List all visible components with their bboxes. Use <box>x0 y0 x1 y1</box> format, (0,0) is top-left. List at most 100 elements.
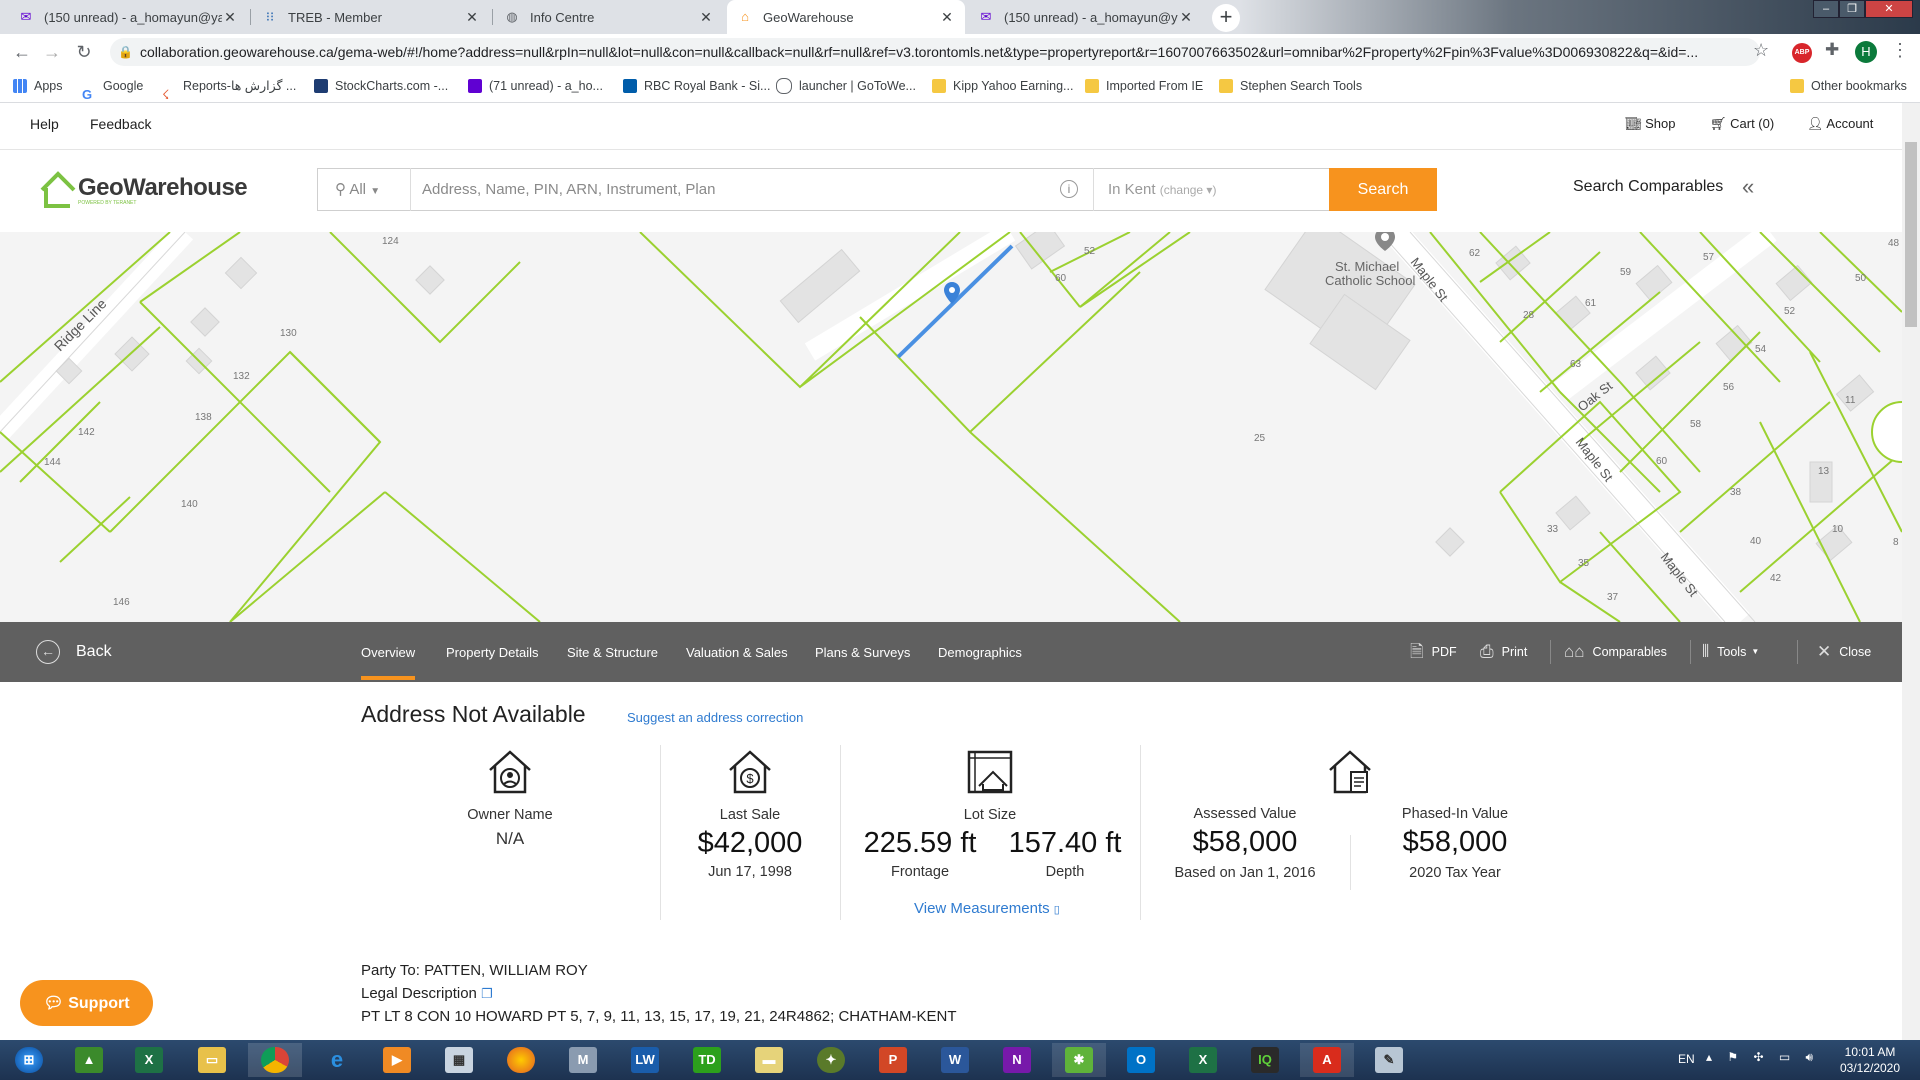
window-close-button[interactable]: ✕ <box>1865 0 1913 18</box>
td-bank-icon[interactable]: TD <box>680 1043 734 1077</box>
site-top-bar <box>0 103 1902 150</box>
geowarehouse-logo[interactable]: GeoWarehouse POWERED BY TERANET <box>40 168 248 212</box>
chrome-menu-icon[interactable]: ⋮ <box>1891 40 1909 61</box>
browser-tab-yahoo-mail-2[interactable]: ✉ (150 unread) - a_homayun@yahoo ✕ <box>968 0 1204 34</box>
tab-title: TREB - Member <box>288 9 382 25</box>
forward-arrow-icon[interactable]: → <box>38 34 66 70</box>
app-icon-eagle[interactable]: ✦ <box>804 1043 858 1077</box>
bookmark-stephen-search[interactable]: Stephen Search Tools <box>1219 70 1362 102</box>
bookmark-gotowebinar[interactable]: launcher | GoToWe... <box>776 70 916 102</box>
lw-app-icon[interactable]: LW <box>618 1043 672 1077</box>
bookmark-kipp-yahoo[interactable]: Kipp Yahoo Earning... <box>932 70 1073 102</box>
cart-link[interactable]: 🛒︎ Cart (0) <box>1710 116 1774 132</box>
parcel-map[interactable]: Ridge Line Maple St Maple St Maple St Oa… <box>0 232 1902 622</box>
back-arrow-icon[interactable]: ← <box>8 34 36 70</box>
bookmark-rbc[interactable]: RBC Royal Bank - Si... <box>623 70 770 102</box>
calculator-icon[interactable]: ▦ <box>432 1043 486 1077</box>
suggest-address-link[interactable]: Suggest an address correction <box>627 710 803 725</box>
taskbar-clock[interactable]: 10:01 AM 03/12/2020 <box>1820 1044 1920 1076</box>
internet-explorer-icon[interactable]: e <box>310 1043 364 1077</box>
reload-icon[interactable]: ↻ <box>70 34 98 70</box>
back-button[interactable]: ← Back <box>36 622 112 682</box>
location-selector[interactable]: In Kent (change ▾) <box>1093 168 1329 211</box>
search-button[interactable]: Search <box>1329 168 1437 211</box>
language-indicator[interactable]: EN <box>1678 1052 1695 1066</box>
logo-text: GeoWarehouse <box>78 174 248 201</box>
comparables-button[interactable]: ⌂⌂ Comparables <box>1564 622 1667 682</box>
close-report-button[interactable]: ✕ Close <box>1817 622 1871 682</box>
account-link[interactable]: 👤︎ Account <box>1807 116 1873 132</box>
excel-icon[interactable]: X <box>1176 1043 1230 1077</box>
pdf-button[interactable]: 🗎︎ PDF <box>1410 622 1457 682</box>
paint-app-icon[interactable]: ✎ <box>1362 1043 1416 1077</box>
tab-site-structure[interactable]: Site & Structure <box>567 622 658 682</box>
browser-tab-geowarehouse[interactable]: ⌂ GeoWarehouse ✕ <box>727 0 965 34</box>
bookmark-stockcharts[interactable]: StockCharts.com -... <box>314 70 448 102</box>
close-tab-icon[interactable]: ✕ <box>1178 9 1194 26</box>
map-canvas[interactable]: Ridge Line Maple St Maple St Maple St Oa… <box>0 232 1902 622</box>
browser-tab-info-centre[interactable]: ◍ Info Centre ✕ <box>494 0 724 34</box>
change-location-link[interactable]: (change ▾) <box>1160 183 1217 197</box>
app-icon-m[interactable]: M <box>556 1043 610 1077</box>
new-tab-button[interactable]: + <box>1212 4 1240 32</box>
tab-plans-surveys[interactable]: Plans & Surveys <box>815 622 910 682</box>
tray-icons[interactable]: ▴ ⚑ ✣ ▭ 🔊︎ <box>1706 1050 1819 1065</box>
support-button[interactable]: 💬︎ Support <box>20 980 153 1026</box>
lot-number: 59 <box>1620 267 1632 278</box>
tab-valuation-sales[interactable]: Valuation & Sales <box>686 622 788 682</box>
lock-icon[interactable]: 🔒 <box>118 38 133 66</box>
close-tab-icon[interactable]: ✕ <box>464 9 480 26</box>
search-input[interactable] <box>412 170 1052 209</box>
view-measurements-link[interactable]: View Measurements ▯ <box>914 900 1060 917</box>
app-icon-1[interactable]: ▲ <box>62 1043 116 1077</box>
tab-overview[interactable]: Overview <box>361 622 416 682</box>
close-tab-icon[interactable]: ✕ <box>222 9 238 26</box>
app-icon-green[interactable]: ✱ <box>1052 1043 1106 1077</box>
assessed-label: Assessed Value <box>1193 806 1297 822</box>
bookmark-other[interactable]: Other bookmarks <box>1790 70 1907 102</box>
school-label-2: Catholic School <box>1325 273 1415 288</box>
shop-link[interactable]: 🏬︎ Shop <box>1625 116 1676 132</box>
extensions-icon[interactable]: ✚ <box>1825 40 1839 60</box>
bookmark-imported-ie[interactable]: Imported From IE <box>1085 70 1203 102</box>
minimize-button[interactable]: – <box>1813 0 1839 18</box>
windows-start-icon[interactable]: ⊞ <box>2 1043 56 1077</box>
browser-tab-yahoo-mail-1[interactable]: ✉ (150 unread) - a_homayun@yahoo ✕ <box>8 0 248 34</box>
acrobat-icon[interactable]: A <box>1300 1043 1354 1077</box>
file-explorer-icon[interactable]: ▭ <box>185 1043 239 1077</box>
bookmark-apps[interactable]: Apps <box>13 70 63 102</box>
close-tab-icon[interactable]: ✕ <box>698 9 714 26</box>
bookmark-google[interactable]: G Google <box>82 70 143 102</box>
media-player-icon[interactable]: ▶ <box>370 1043 424 1077</box>
word-icon[interactable]: W <box>928 1043 982 1077</box>
double-chevron-left-icon[interactable]: « <box>1742 174 1754 200</box>
firefox-icon[interactable] <box>494 1043 548 1077</box>
bookmark-star-icon[interactable]: ☆ <box>1753 40 1769 61</box>
info-icon[interactable]: i <box>1060 180 1078 198</box>
help-link[interactable]: Help <box>30 116 59 132</box>
search-comparables-link[interactable]: Search Comparables <box>1573 178 1723 196</box>
onenote-icon[interactable]: N <box>990 1043 1044 1077</box>
chrome-icon[interactable] <box>248 1043 302 1077</box>
profile-avatar[interactable]: H <box>1855 41 1877 63</box>
bookmark-reports[interactable]: ☇ Reports-گزارش ها ... <box>162 70 296 102</box>
search-scope-dropdown[interactable]: ⚲ All ▼ <box>317 168 411 211</box>
outlook-icon[interactable]: O <box>1114 1043 1168 1077</box>
excel-app-icon[interactable]: X <box>122 1043 176 1077</box>
folder-app-icon[interactable]: ▬ <box>742 1043 796 1077</box>
tools-dropdown[interactable]: ⫴ Tools ▼ <box>1702 622 1759 682</box>
tab-demographics[interactable]: Demographics <box>938 622 1022 682</box>
url-text[interactable]: collaboration.geowarehouse.ca/gema-web/#… <box>140 38 1740 66</box>
feedback-link[interactable]: Feedback <box>90 116 151 132</box>
maximize-button[interactable]: ❐ <box>1839 0 1865 18</box>
adblock-icon[interactable]: ABP <box>1792 43 1812 63</box>
copy-icon[interactable]: ❐ <box>481 986 493 1001</box>
print-button[interactable]: ⎙ Print <box>1480 622 1527 682</box>
bookmark-yahoo-mail[interactable]: (71 unread) - a_ho... <box>468 70 603 102</box>
tab-property-details[interactable]: Property Details <box>446 622 538 682</box>
iq-app-icon[interactable]: IQ <box>1238 1043 1292 1077</box>
browser-tab-treb[interactable]: ⁝⁝ TREB - Member ✕ <box>252 0 490 34</box>
close-tab-icon[interactable]: ✕ <box>939 9 955 26</box>
scrollbar-thumb[interactable] <box>1905 142 1917 327</box>
powerpoint-icon[interactable]: P <box>866 1043 920 1077</box>
